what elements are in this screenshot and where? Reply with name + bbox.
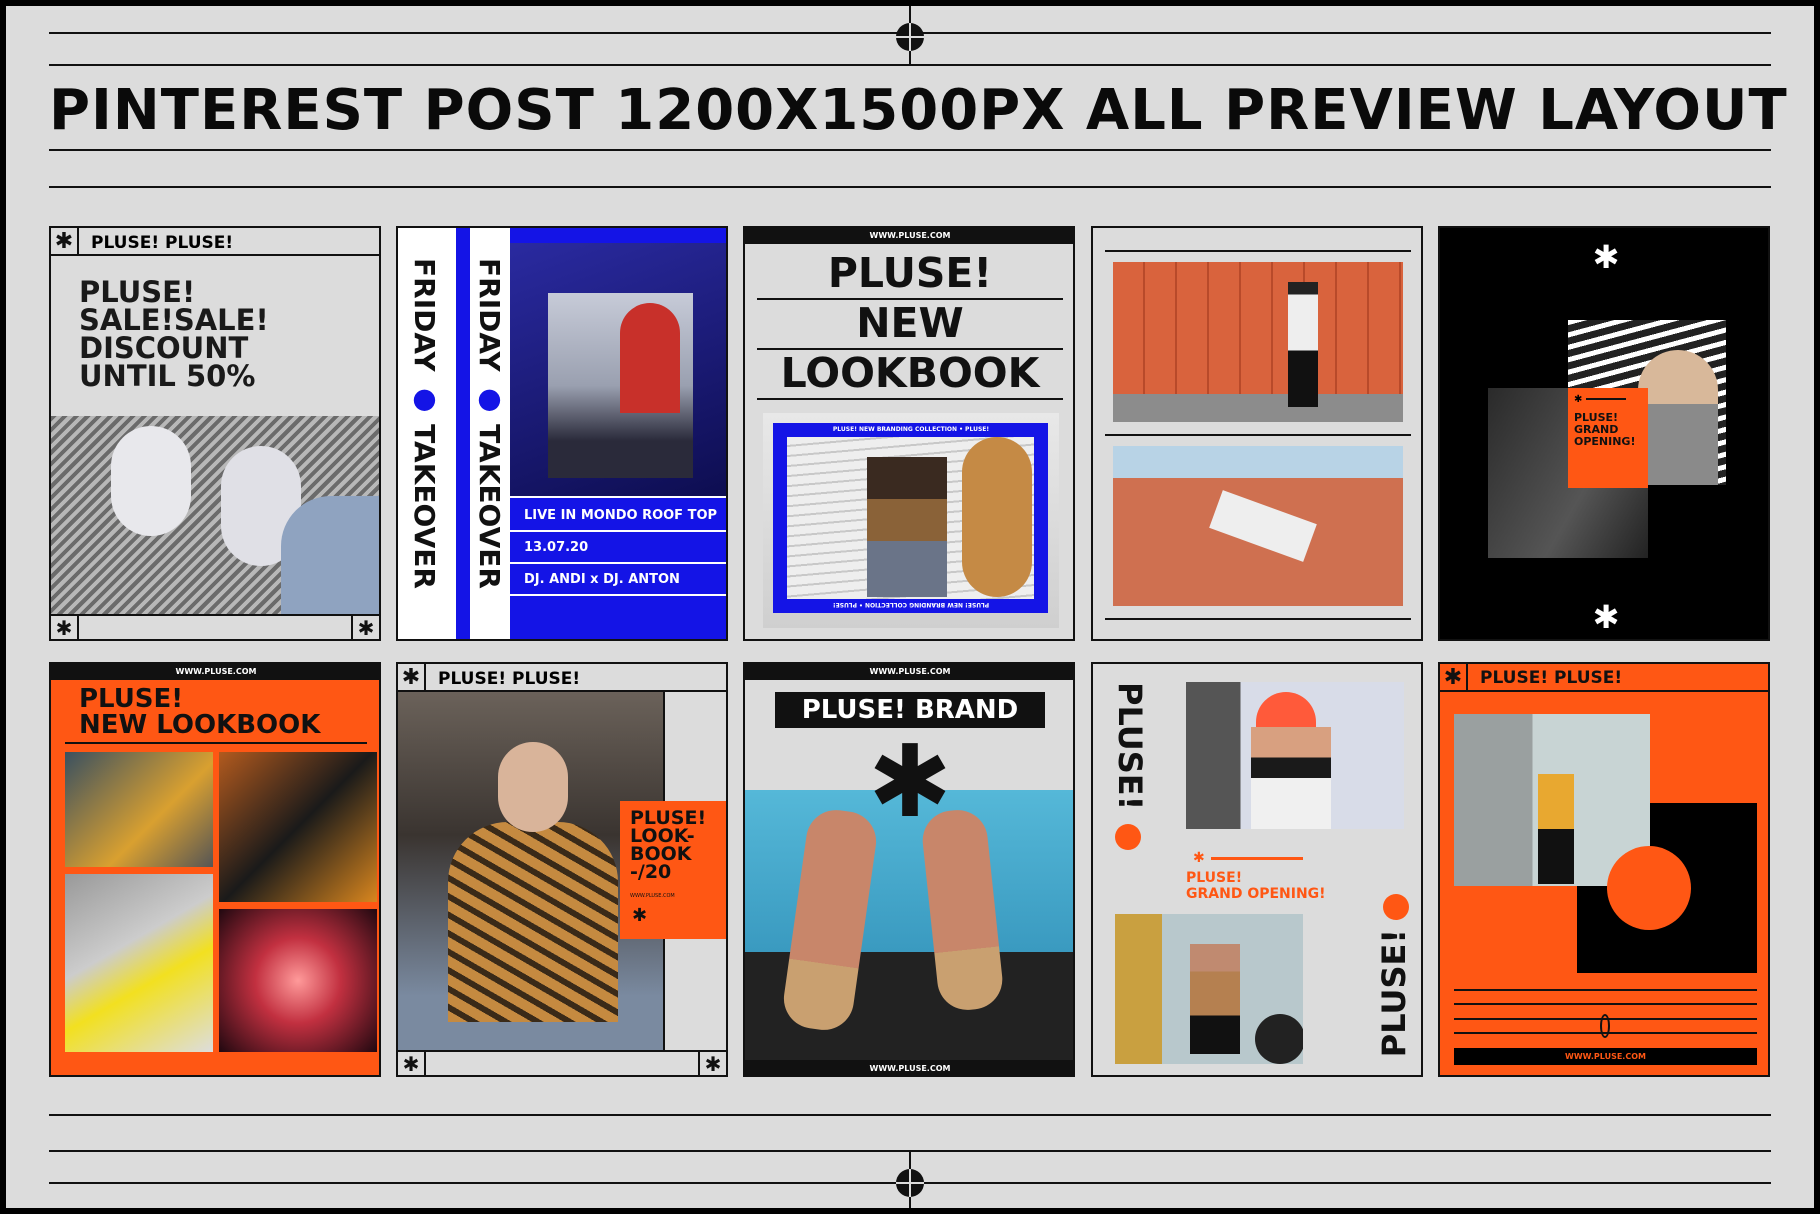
headline-line: SALE!SALE! (79, 303, 269, 337)
headline-line: UNTIL 50% (79, 359, 256, 393)
post-card-lookbook-20[interactable]: ✱ PLUSE! PLUSE! PLUSE! LOOK- BOOK -/20 W… (396, 662, 728, 1077)
preview-canvas: PINTEREST POST 1200X1500PX ALL PREVIEW L… (6, 6, 1814, 1208)
card-header: PLUSE! PLUSE! (438, 669, 581, 689)
crosshair-icon (1600, 1014, 1610, 1038)
event-date: 13.07.20 (524, 540, 589, 555)
photo-food-truck (1115, 914, 1303, 1064)
vertical-brand-text: PLUSE! (1375, 929, 1413, 1058)
asterisk-icon: ✱ (1193, 850, 1205, 866)
headline-line: PLUSE! (79, 684, 184, 714)
post-card-lookbook-collage[interactable]: WWW.PLUSE.COM PLUSE! NEW LOOKBOOK (49, 662, 381, 1077)
photo-magazine (65, 874, 213, 1052)
asterisk-icon: ✱ (868, 723, 952, 840)
post-card-grand-opening-dark[interactable]: ✱ ✱ PLUSE! GRAND OPENING! ✱ (1438, 226, 1770, 641)
divider (49, 64, 1771, 66)
grand-opening-badge: ✱ PLUSE! GRAND OPENING! (1568, 388, 1648, 488)
asterisk-icon: ✱ (1592, 238, 1620, 276)
photo-lookbook: PLUSE! NEW BRANDING COLLECTION • PLUSE! … (763, 413, 1059, 628)
card-header: PLUSE! PLUSE! (91, 233, 234, 253)
website-url: WWW.PLUSE.COM (745, 228, 1073, 244)
post-card-grand-opening-light[interactable]: PLUSE! ✱ PLUSE! GRAND OPENING! PLUSE! (1091, 662, 1423, 1077)
website-url: WWW.PLUSE.COM (745, 1060, 1073, 1075)
photo-crouching (219, 752, 377, 902)
orange-dot (1383, 894, 1409, 920)
headline-line: GRAND OPENING! (1186, 886, 1326, 902)
vertical-text: FRIDAY ● TAKEOVER (473, 258, 506, 589)
photo-neon-camera (219, 909, 377, 1052)
divider (49, 186, 1771, 188)
photo-skate-bowl (1113, 446, 1403, 606)
post-card-photo-duo[interactable] (1091, 226, 1423, 641)
vertical-brand-text: PLUSE! (1111, 682, 1149, 811)
frame-text: PLUSE! NEW BRANDING COLLECTION • PLUSE! (832, 426, 990, 433)
headline-line: NEW LOOKBOOK (79, 710, 321, 740)
card-header: PLUSE! PLUSE! (1480, 668, 1623, 688)
post-card-new-lookbook[interactable]: WWW.PLUSE.COM PLUSE! NEW LOOKBOOK PLUSE!… (743, 226, 1075, 641)
crosshair-icon (896, 23, 924, 51)
event-name: LIVE IN MONDO ROOF TOP (524, 508, 718, 523)
headline-line: NEW (856, 299, 964, 347)
orange-circle (1607, 846, 1691, 930)
headline-line: PLUSE! (79, 275, 196, 309)
photo-dj (510, 243, 726, 498)
post-card-orange-geometric[interactable]: ✱ PLUSE! PLUSE! WWW.PLUSE.COM (1438, 662, 1770, 1077)
divider (49, 1114, 1771, 1116)
asterisk-icon: ✱ (351, 616, 379, 639)
photo-sneakers (51, 416, 379, 614)
divider (1211, 857, 1303, 860)
headline-line: LOOKBOOK (780, 349, 1040, 397)
post-card-sale[interactable]: ✱ PLUSE! PLUSE! PLUSE! SALE!SALE! DISCOU… (49, 226, 381, 641)
post-card-brand[interactable]: WWW.PLUSE.COM PLUSE! BRAND ✱ WWW.PLUSE.C… (743, 662, 1075, 1077)
headline-line: DISCOUNT (79, 331, 249, 365)
asterisk-icon: ✱ (1592, 598, 1620, 636)
event-djs: DJ. ANDI x DJ. ANTON (524, 572, 680, 587)
website-url: WWW.PLUSE.COM (51, 664, 379, 680)
divider (49, 149, 1771, 151)
asterisk-icon: ✱ (51, 228, 79, 256)
lookbook-badge: PLUSE! LOOK- BOOK -/20 WWW.PLUSE.COM ✱ (620, 801, 726, 939)
photo-yellow-jacket (65, 752, 213, 867)
orange-dot (1115, 824, 1141, 850)
frame-text: PLUSE! NEW BRANDING COLLECTION • PLUSE! (832, 601, 990, 608)
asterisk-icon: ✱ (398, 1052, 426, 1075)
vertical-text: FRIDAY ● TAKEOVER (408, 258, 441, 589)
asterisk-icon: ✱ (698, 1052, 726, 1075)
website-url: WWW.PLUSE.COM (630, 893, 675, 899)
asterisk-icon: ✱ (398, 664, 426, 692)
photo-orange-wall (1113, 262, 1403, 422)
crosshair-icon (896, 1169, 924, 1197)
headline-line: PLUSE! (1186, 870, 1243, 886)
photo-red-beanie (1186, 682, 1404, 829)
asterisk-icon: ✱ (51, 616, 79, 639)
website-url: WWW.PLUSE.COM (1454, 1048, 1757, 1065)
asterisk-icon: ✱ (1440, 664, 1468, 692)
page-title: PINTEREST POST 1200X1500PX ALL PREVIEW L… (49, 78, 1788, 143)
asterisk-icon: ✱ (632, 905, 648, 926)
post-card-friday-takeover[interactable]: FRIDAY ● TAKEOVER FRIDAY ● TAKEOVER LIVE… (396, 226, 728, 641)
website-url: WWW.PLUSE.COM (745, 664, 1073, 680)
headline-line: PLUSE! (827, 249, 993, 297)
